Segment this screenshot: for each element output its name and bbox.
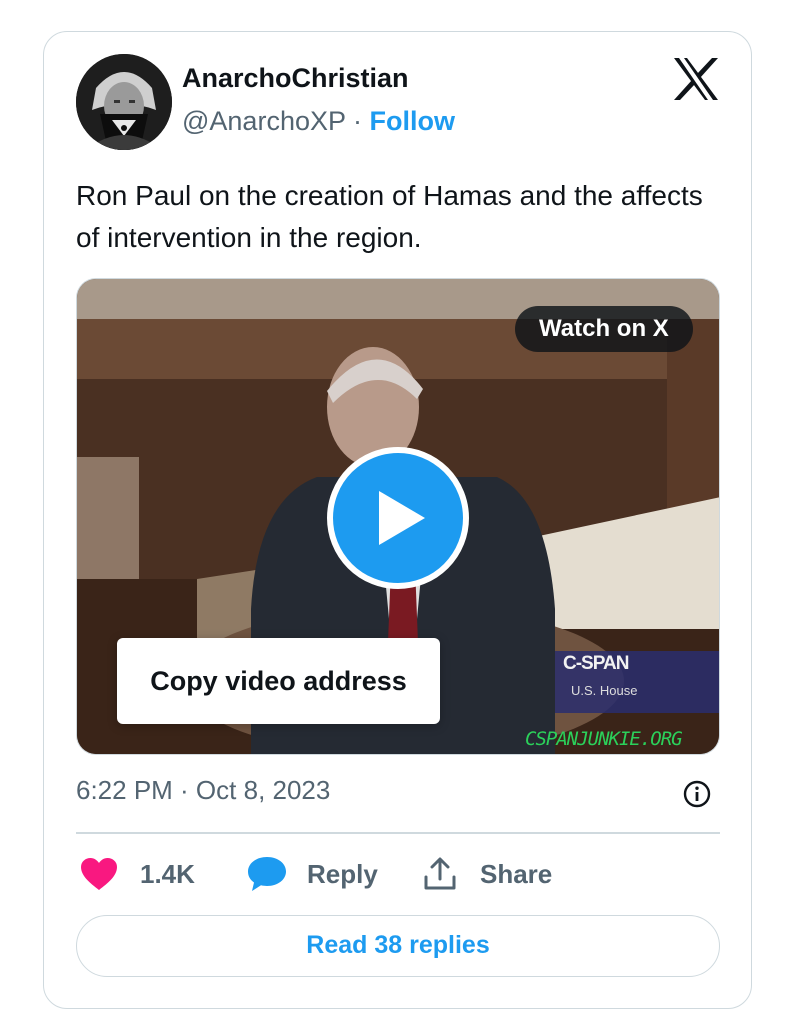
author-handle[interactable]: @AnarchoXP — [182, 106, 346, 136]
author-handle-row: @AnarchoXP · Follow — [182, 106, 455, 137]
author-display-name[interactable]: AnarchoChristian — [182, 63, 409, 94]
avatar-image — [76, 54, 172, 150]
share-label: Share — [480, 858, 553, 889]
broadcast-brand: C-SPAN — [563, 653, 629, 674]
play-button[interactable] — [327, 447, 469, 589]
likes-count: 1.4K — [140, 858, 195, 889]
watch-on-x-button[interactable]: Watch on X — [515, 306, 693, 352]
tweet-text: Ron Paul on the creation of Hamas and th… — [76, 180, 703, 253]
broadcast-overlay: C-SPAN U.S. House — [555, 651, 719, 713]
heart-icon — [81, 858, 117, 890]
share-icon — [424, 857, 456, 890]
broadcast-subtitle: U.S. House — [571, 683, 638, 698]
video-watermark: CSPANJUNKIE.ORG — [525, 728, 683, 750]
x-logo-icon[interactable] — [672, 57, 720, 101]
like-button[interactable]: 1.4K — [80, 852, 195, 896]
share-button[interactable]: Share — [424, 852, 552, 896]
separator-dot: · — [353, 106, 363, 136]
play-icon — [379, 491, 425, 545]
divider — [76, 832, 720, 834]
tweet-timestamp[interactable]: 6:22 PM · Oct 8, 2023 — [76, 775, 330, 806]
info-icon[interactable] — [683, 780, 711, 808]
reply-label: Reply — [307, 858, 378, 889]
speech-bubble-icon — [248, 857, 286, 891]
follow-button[interactable]: Follow — [370, 106, 455, 136]
read-replies-button[interactable]: Read 38 replies — [76, 915, 720, 977]
avatar[interactable] — [76, 54, 172, 150]
copy-video-address-menu-item[interactable]: Copy video address — [117, 638, 440, 724]
video-player[interactable]: Watch on X C-SPAN U.S. House CSPANJUNKIE… — [76, 278, 720, 755]
reply-button[interactable]: Reply — [247, 852, 378, 896]
